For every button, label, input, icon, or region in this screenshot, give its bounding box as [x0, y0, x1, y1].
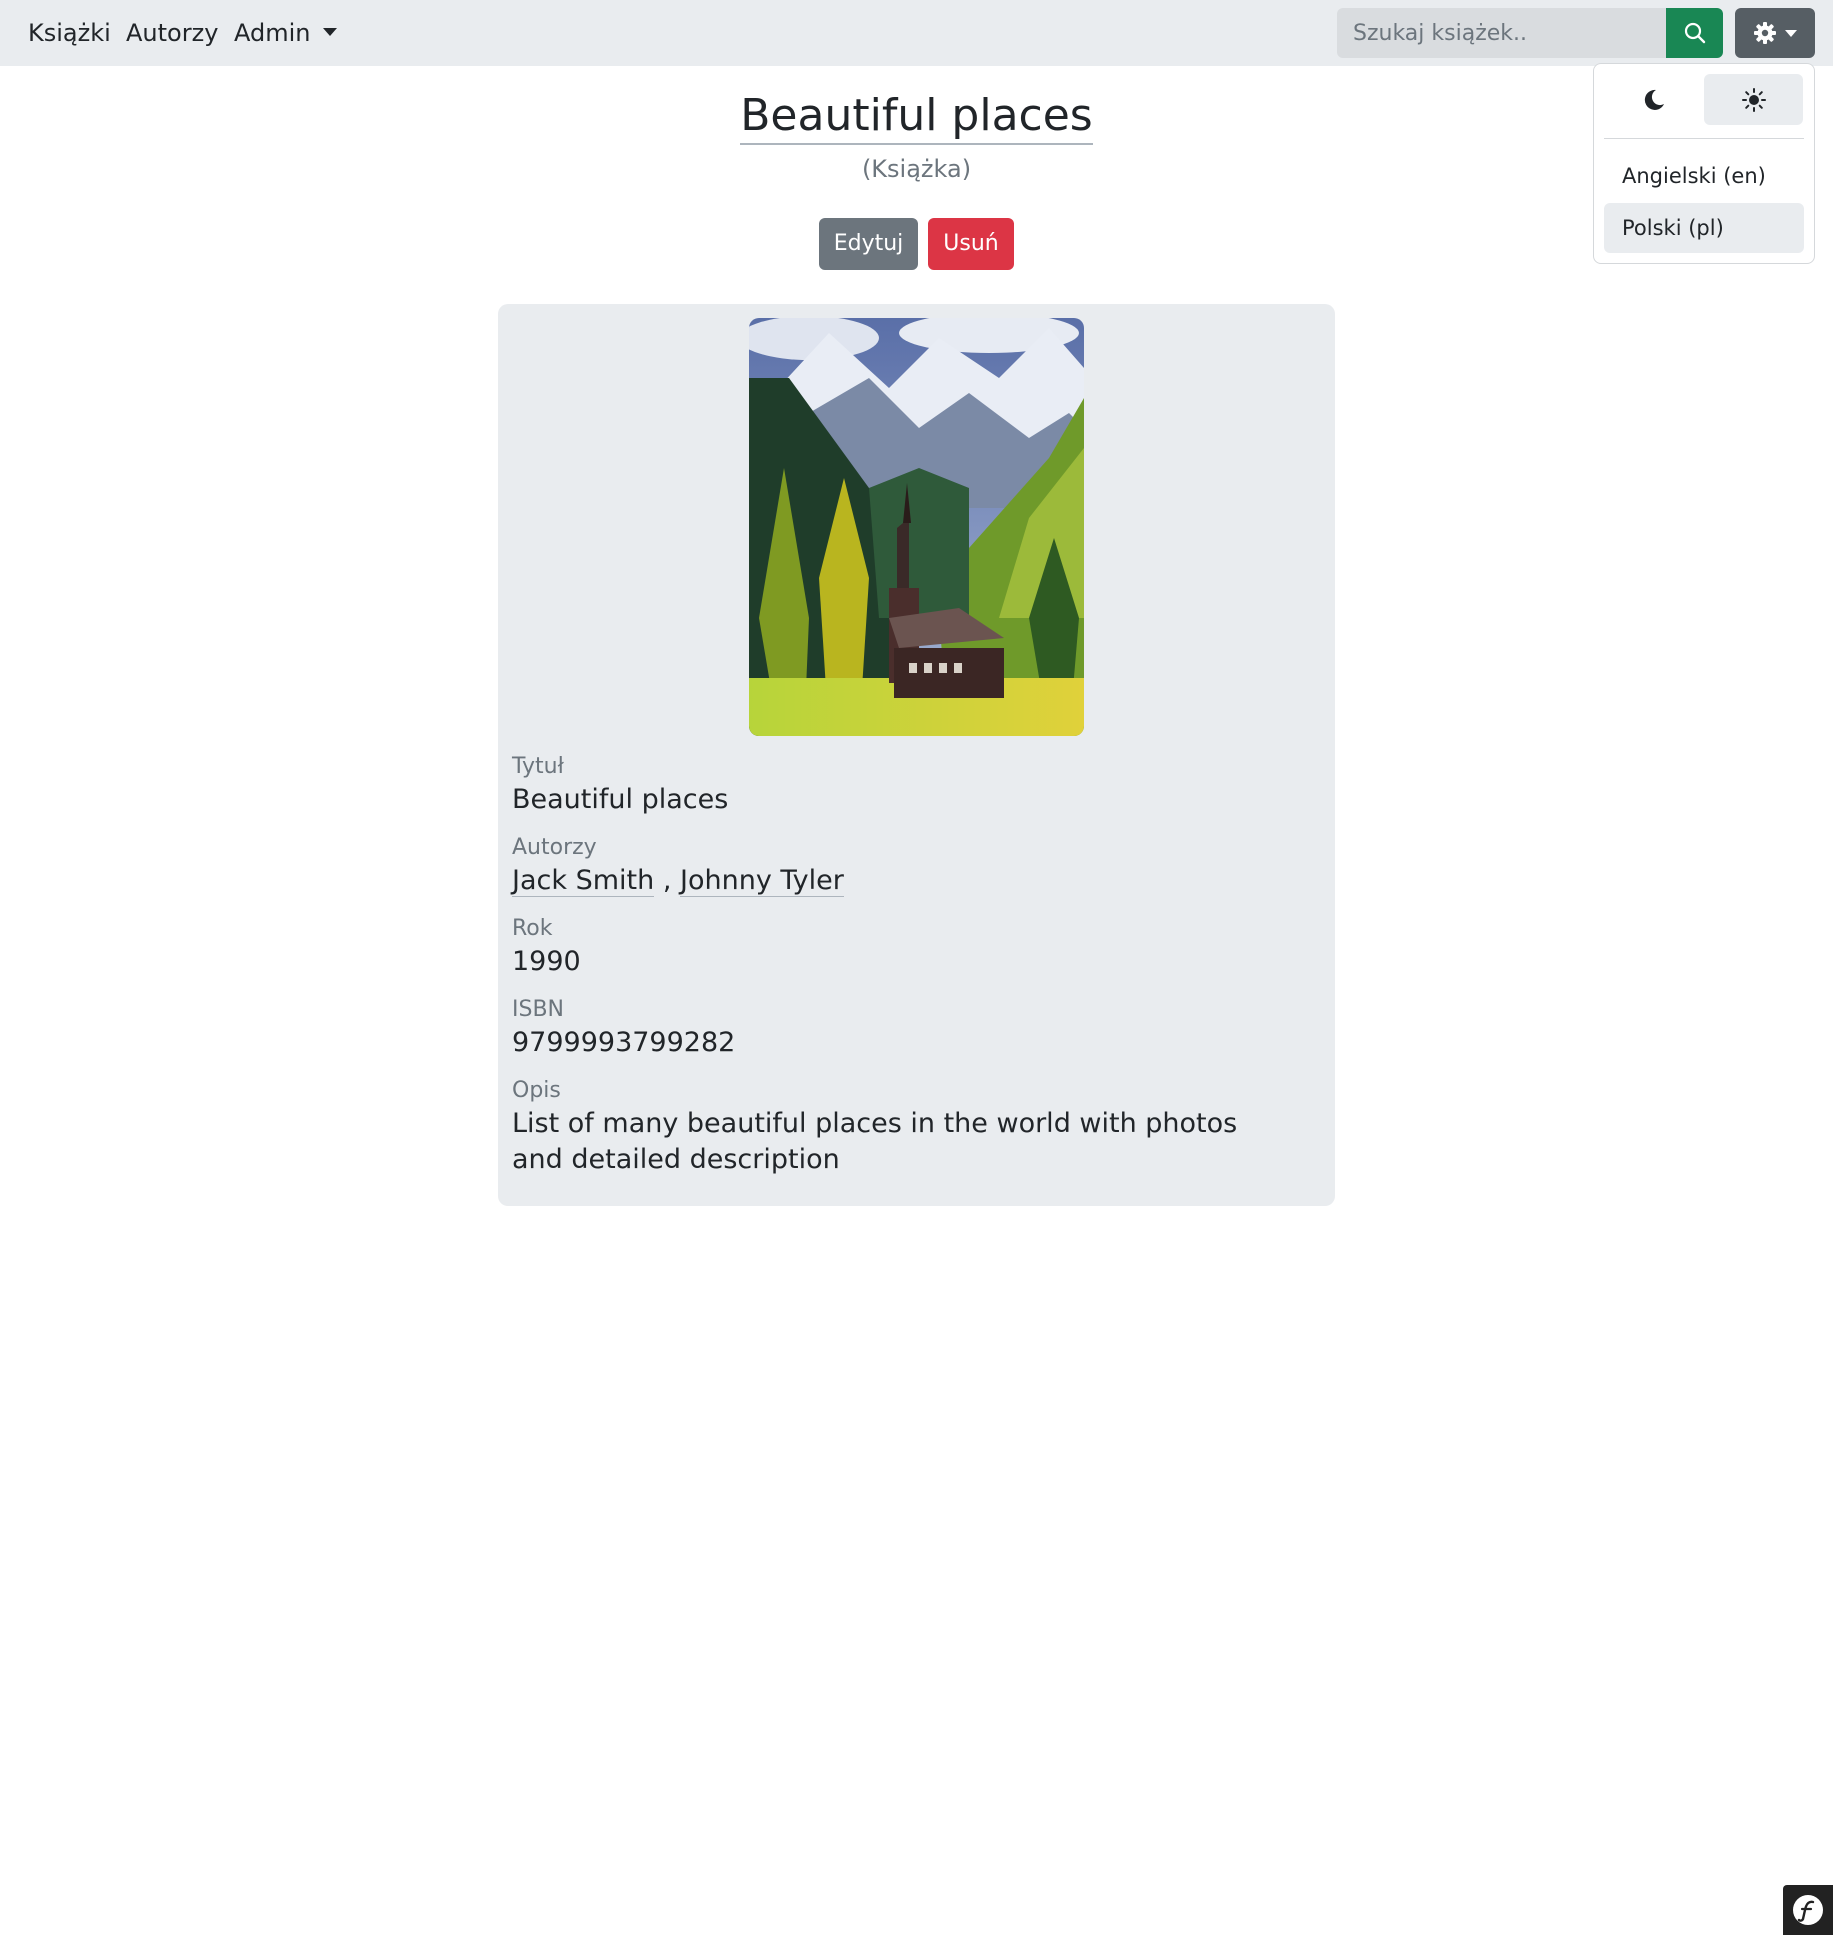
search-input[interactable]: [1337, 8, 1666, 58]
page-title: Beautiful places: [0, 86, 1833, 146]
authors-value: Jack Smith , Johnny Tyler: [512, 863, 1312, 899]
nav-books-link[interactable]: Książki: [28, 16, 111, 50]
nav-admin-dropdown[interactable]: Admin: [234, 16, 337, 50]
year-label: Rok: [512, 916, 553, 941]
isbn-value: 9799993799282: [512, 1027, 736, 1058]
author-link[interactable]: Jack Smith: [512, 865, 655, 897]
nav-authors-link[interactable]: Autorzy: [126, 16, 218, 50]
search-button[interactable]: [1666, 8, 1723, 58]
title-value: Beautiful places: [512, 784, 729, 815]
gear-icon: [1754, 22, 1776, 44]
isbn-label: ISBN: [512, 997, 565, 1022]
author-link[interactable]: Johnny Tyler: [680, 865, 844, 897]
book-cover-image: [749, 318, 1084, 736]
nav-admin-label: Admin: [234, 19, 311, 47]
edit-button[interactable]: Edytuj: [819, 218, 918, 270]
chevron-down-icon: [322, 28, 337, 36]
navbar: Książki Autorzy Admin: [0, 0, 1833, 66]
book-title-heading: Beautiful places: [740, 90, 1093, 145]
book-details-card: Tytuł Beautiful places Autorzy Jack Smit…: [498, 304, 1335, 1206]
description-value: List of many beautiful places in the wor…: [512, 1108, 1238, 1175]
year-value: 1990: [512, 946, 581, 977]
description-label: Opis: [512, 1078, 561, 1103]
symfony-logo-icon: [1793, 1895, 1823, 1925]
title-label: Tytuł: [512, 754, 564, 779]
settings-dropdown-button[interactable]: [1735, 8, 1815, 58]
language-polish-option[interactable]: Polski (pl): [1604, 203, 1804, 253]
symfony-toolbar-button[interactable]: [1783, 1885, 1833, 1935]
chevron-down-icon: [1785, 29, 1797, 37]
delete-button[interactable]: Usuń: [928, 218, 1014, 270]
search-icon: [1684, 22, 1705, 44]
book-type-label: (Książka): [861, 155, 972, 183]
author-separator: ,: [662, 865, 672, 896]
authors-label: Autorzy: [512, 835, 597, 860]
